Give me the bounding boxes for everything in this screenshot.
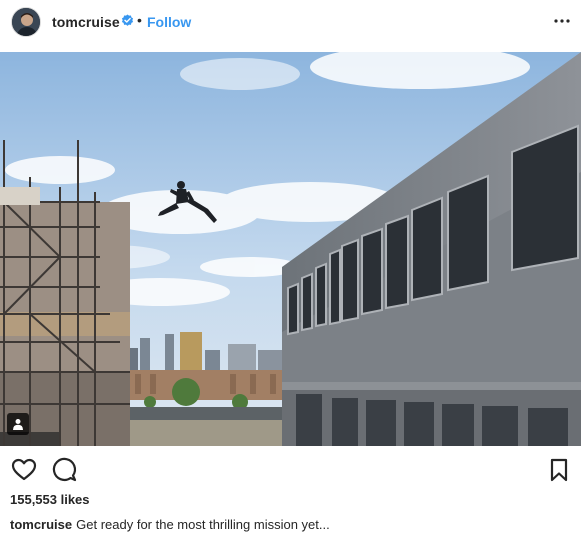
caption-text: Get ready for the most thrilling mission… — [76, 517, 330, 532]
follow-button[interactable]: Follow — [147, 14, 191, 30]
instagram-post: tomcruise • Follow 155,553 likes tomcrui… — [0, 0, 581, 547]
post-photo[interactable] — [0, 52, 581, 446]
heart-icon[interactable] — [10, 456, 38, 484]
verified-badge-icon — [121, 14, 134, 26]
post-header: tomcruise • Follow — [0, 0, 581, 44]
username-link[interactable]: tomcruise — [52, 14, 120, 30]
likes-count[interactable]: 155,553 likes — [10, 492, 90, 507]
user-tag-icon[interactable] — [7, 413, 29, 435]
post-caption: tomcruise Get ready for the most thrillin… — [10, 517, 575, 532]
avatar[interactable] — [11, 7, 41, 37]
action-bar — [0, 456, 581, 486]
separator-dot: • — [137, 12, 142, 28]
bookmark-icon[interactable] — [545, 456, 573, 484]
comment-icon[interactable] — [50, 456, 78, 484]
more-options-icon[interactable] — [551, 10, 573, 32]
caption-username[interactable]: tomcruise — [10, 517, 72, 532]
